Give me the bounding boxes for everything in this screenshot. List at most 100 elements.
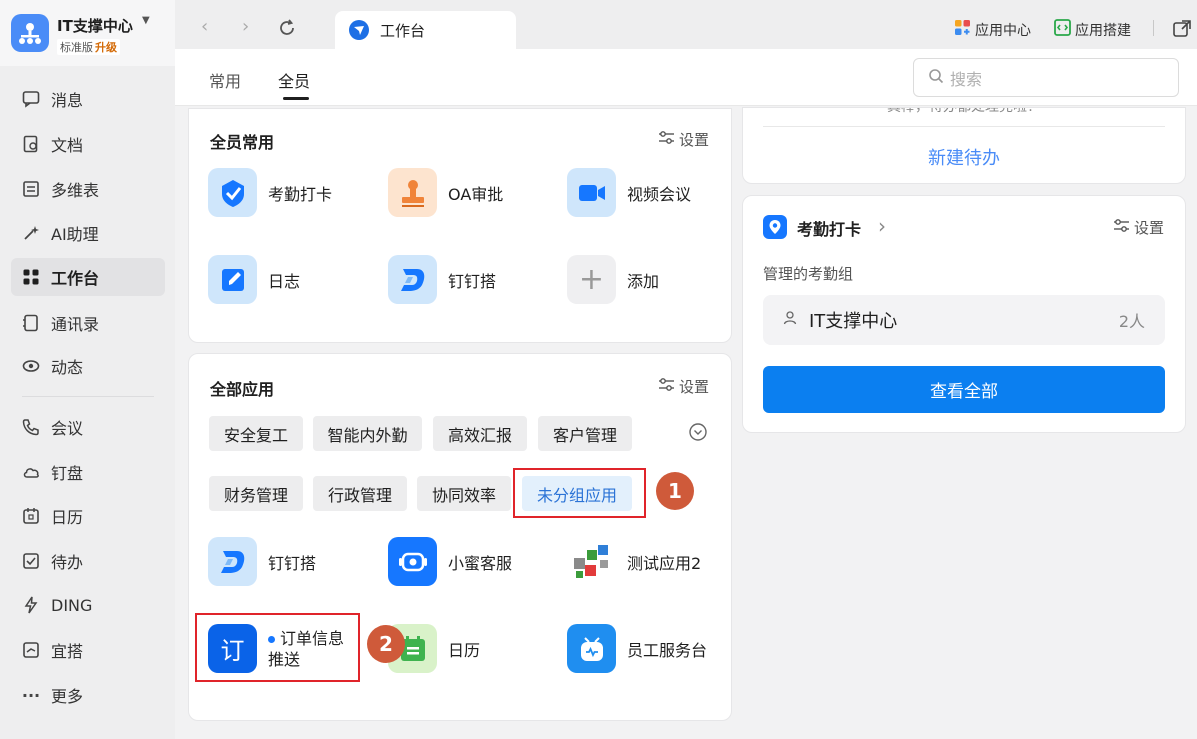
caret-down-icon[interactable]: ▼: [142, 15, 150, 26]
app-builder-label: 应用搭建: [1075, 22, 1131, 39]
step-badge-1: 1: [656, 472, 694, 510]
robot-icon: [567, 624, 616, 673]
sliders-icon: [1113, 218, 1130, 237]
sidebar-divider: [22, 396, 154, 397]
sidebar-item-ai[interactable]: AI助理: [11, 214, 165, 252]
app-test-app-2[interactable]: 测试应用2: [567, 537, 701, 586]
app-xiaomi-service[interactable]: 小蜜客服: [388, 537, 512, 586]
open-external-icon[interactable]: [1172, 19, 1192, 43]
app-label: 钉钉搭: [448, 271, 497, 291]
app-add[interactable]: + 添加: [567, 255, 659, 304]
sidebar-item-contacts[interactable]: 通讯录: [11, 304, 165, 342]
app-oa-approval[interactable]: OA审批: [388, 168, 503, 217]
app-video-meeting[interactable]: 视频会议: [567, 168, 691, 217]
settings-button[interactable]: 设置: [1113, 217, 1164, 238]
app-center-icon: [954, 19, 971, 40]
checkbox-icon: [21, 551, 41, 571]
sidebar-item-more[interactable]: ··· 更多: [11, 676, 165, 714]
org-name: IT支撑中心: [57, 17, 133, 35]
cloud-icon: [21, 462, 41, 482]
calendar-icon: [21, 506, 41, 526]
org-logo-icon: [11, 14, 49, 52]
app-label: 员工服务台: [627, 640, 708, 660]
location-pin-icon: [763, 215, 787, 239]
settings-label: 设置: [1134, 219, 1165, 237]
chip-safe-return[interactable]: 安全复工: [209, 416, 303, 451]
chip-finance-mgmt[interactable]: 财务管理: [209, 476, 303, 511]
sidebar-item-drive[interactable]: 钉盘: [11, 453, 165, 491]
chip-customer-mgmt[interactable]: 客户管理: [538, 416, 632, 451]
video-camera-icon: [567, 168, 616, 217]
sidebar-item-todo[interactable]: 待办: [11, 542, 165, 580]
refresh-icon[interactable]: [277, 18, 297, 43]
sidebar-item-feed[interactable]: 动态: [11, 347, 165, 385]
chip-field-attendance[interactable]: 智能内外勤: [313, 416, 422, 451]
sidebar-item-yida[interactable]: 宜搭: [11, 631, 165, 669]
eye-icon: [21, 356, 41, 376]
person-icon: [783, 310, 799, 331]
app-log[interactable]: 日志: [208, 255, 300, 304]
plus-icon: +: [567, 255, 616, 304]
view-all-button[interactable]: 查看全部: [763, 366, 1165, 413]
step-badge-2: 2: [367, 625, 405, 663]
sidebar-item-calendar[interactable]: 日历: [11, 497, 165, 535]
attendance-title[interactable]: 考勤打卡: [797, 216, 861, 240]
upgrade-link[interactable]: 升级: [95, 41, 117, 54]
app-center-link[interactable]: 应用中心: [954, 19, 1031, 40]
dingtalk-logo-icon: [349, 20, 369, 40]
sliders-icon: [658, 130, 675, 149]
pencil-note-icon: [208, 255, 257, 304]
active-tab-indicator: [283, 97, 309, 100]
settings-label: 设置: [679, 378, 710, 396]
attendance-group-row[interactable]: IT支撑中心 2人: [763, 295, 1165, 345]
check-shield-icon: [208, 168, 257, 217]
sidebar-item-meeting[interactable]: 会议: [11, 408, 165, 446]
expand-chevron-icon[interactable]: [688, 422, 708, 446]
search-placeholder: 搜索: [950, 69, 983, 89]
dingda-logo-icon: [388, 255, 437, 304]
chevron-right-icon[interactable]: ›: [878, 214, 886, 238]
app-attendance[interactable]: 考勤打卡: [208, 168, 332, 217]
sidebar-item-messages[interactable]: 消息: [11, 80, 165, 118]
search-input[interactable]: 搜索: [913, 58, 1179, 97]
back-arrow-icon[interactable]: ‹: [201, 16, 208, 37]
forward-arrow-icon[interactable]: ›: [242, 16, 249, 37]
settings-button[interactable]: 设置: [658, 129, 709, 150]
lightning-icon: [21, 595, 41, 615]
sidebar-item-label: 消息: [51, 91, 84, 110]
app-employee-service-desk[interactable]: 员工服务台: [567, 624, 707, 673]
tab-workbench[interactable]: 工作台: [335, 11, 516, 49]
dingda-logo-icon: [208, 537, 257, 586]
tab-common[interactable]: 常用: [209, 68, 241, 92]
sidebar-item-label: DING: [51, 595, 93, 615]
sidebar-item-ding[interactable]: DING: [11, 586, 165, 624]
chip-efficient-report[interactable]: 高效汇报: [433, 416, 527, 451]
cubes-icon: [567, 537, 616, 586]
common-apps-card: 全员常用 设置 考勤打卡 OA审批 视频会议 日志 钉钉搭 + 添加: [188, 108, 732, 343]
sidebar-item-workbench[interactable]: 工作台: [11, 258, 165, 296]
yida-icon: [21, 640, 41, 660]
tab-all-members[interactable]: 全员: [278, 68, 310, 92]
app-label: 钉钉搭: [268, 553, 317, 573]
sidebar-item-label: 通讯录: [51, 315, 100, 334]
settings-button[interactable]: 设置: [658, 376, 709, 397]
attendance-card: 考勤打卡 › 设置 管理的考勤组 IT支撑中心 2人 查看全部: [742, 195, 1186, 433]
tab-label: 工作台: [380, 21, 426, 40]
card-title: 全部应用: [210, 380, 275, 399]
app-builder-link[interactable]: 应用搭建: [1054, 19, 1131, 40]
new-todo-button[interactable]: 新建待办: [743, 144, 1185, 170]
sidebar-item-label: 待办: [51, 553, 84, 572]
managed-groups-label: 管理的考勤组: [763, 265, 854, 283]
org-edition: 标准版 升级: [57, 39, 120, 55]
highlight-box-order-push: [195, 613, 360, 682]
chip-collab-efficiency[interactable]: 协同效率: [417, 476, 511, 511]
org-switcher[interactable]: IT支撑中心 ▼ 标准版 升级: [0, 0, 175, 66]
highlight-box-ungrouped: [513, 468, 646, 518]
sidebar-item-label: 日历: [51, 508, 84, 527]
chip-admin-mgmt[interactable]: 行政管理: [313, 476, 407, 511]
sidebar-item-table[interactable]: 多维表: [11, 170, 165, 208]
sidebar-item-label: 工作台: [51, 269, 100, 288]
sidebar-item-docs[interactable]: 文档: [11, 125, 165, 163]
app-dingda[interactable]: 钉钉搭: [208, 537, 316, 586]
app-dingda[interactable]: 钉钉搭: [388, 255, 496, 304]
